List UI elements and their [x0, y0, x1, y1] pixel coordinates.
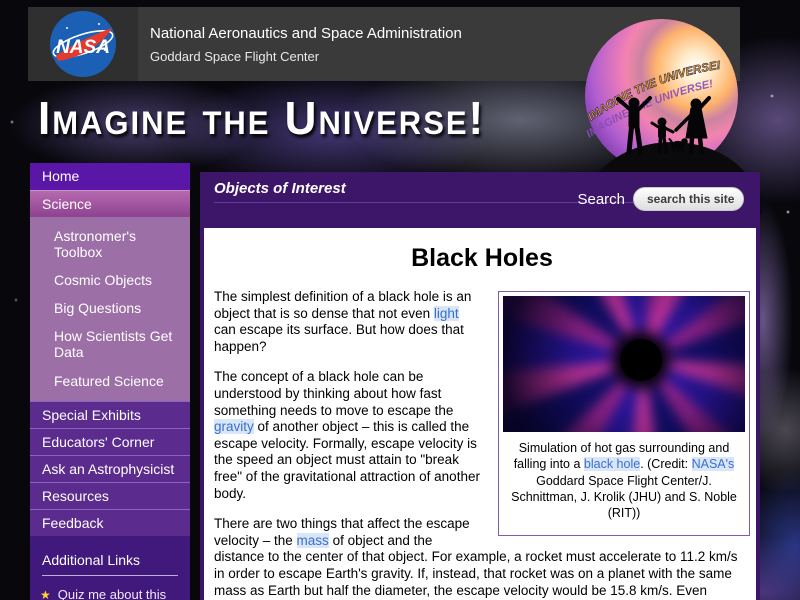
article-body: Black Holes Simulation of hot gas surrou… [204, 228, 756, 600]
sidebar-item-home[interactable]: Home [30, 163, 190, 190]
text-segment: of another object – this is called the e… [214, 419, 480, 501]
text-segment: The concept of a black hole can be under… [214, 369, 454, 418]
sidebar-item-cosmic-objects[interactable]: Cosmic Objects [30, 266, 190, 294]
star-icon [40, 587, 51, 600]
text-segment: . (Credit: [640, 457, 692, 472]
nasa-meatball-icon[interactable]: NASA [49, 10, 117, 78]
search-area: Search [577, 187, 744, 211]
sidebar-item-special-exhibits[interactable]: Special Exhibits [30, 400, 190, 428]
event-horizon [619, 338, 662, 381]
header-divider [214, 202, 634, 203]
page: NASA National Aeronautics and Space Admi… [0, 0, 800, 600]
site-title: Imagine the Universe! [38, 92, 486, 145]
inline-link[interactable]: mass [296, 532, 329, 548]
link-quiz-me[interactable]: Quiz me about this topic! [40, 587, 180, 600]
sidebar-item-featured-science[interactable]: Featured Science [30, 367, 190, 395]
inline-link[interactable]: black hole [583, 457, 641, 472]
inline-link[interactable]: NASA's [691, 457, 735, 472]
text-segment: can escape its surface. But how does tha… [214, 322, 464, 354]
nasa-logo-text: NASA [56, 37, 110, 58]
family-silhouette-icon [616, 96, 711, 155]
page-title: Black Holes [411, 244, 553, 272]
sidebar-item-ask-an-astrophysicist[interactable]: Ask an Astrophysicist [30, 454, 190, 482]
sidebar-item-resources[interactable]: Resources [30, 481, 190, 509]
sidebar-nav: Home Science Astronomer's Toolbox Cosmic… [30, 163, 190, 600]
content-header: Objects of Interest Search [204, 172, 756, 228]
text-segment: The simplest definition of a black hole … [214, 289, 472, 321]
agency-text: National Aeronautics and Space Administr… [150, 25, 462, 64]
inline-link[interactable]: light [433, 305, 459, 321]
sidebar-item-big-questions[interactable]: Big Questions [30, 294, 190, 322]
search-input[interactable] [633, 187, 744, 211]
science-submenu: Astronomer's Toolbox Cosmic Objects Big … [30, 217, 190, 401]
inline-link[interactable]: gravity [214, 419, 254, 435]
sidebar-item-feedback[interactable]: Feedback [30, 508, 190, 536]
main-content: Objects of Interest Search Black Holes S… [200, 172, 760, 600]
agency-name: National Aeronautics and Space Administr… [150, 25, 462, 42]
sidebar-item-astronomers-toolbox[interactable]: Astronomer's Toolbox [30, 222, 190, 266]
link-label: Quiz me about this topic! [57, 586, 167, 600]
agency-center: Goddard Space Flight Center [150, 49, 320, 64]
black-hole-image[interactable] [503, 296, 745, 432]
search-label: Search [577, 190, 625, 208]
figure-caption: Simulation of hot gas surrounding and fa… [503, 432, 745, 531]
black-hole-figure: Simulation of hot gas surrounding and fa… [498, 291, 750, 537]
sidebar-item-science[interactable]: Science [30, 190, 190, 217]
text-segment: Goddard Space Flight Center/J. Schnittma… [511, 473, 737, 521]
sidebar-item-educators-corner[interactable]: Educators' Corner [30, 427, 190, 455]
additional-links-title: Additional Links [42, 552, 178, 576]
sidebar-item-how-scientists-get-data[interactable]: How Scientists Get Data [30, 322, 190, 366]
additional-links-section: Additional Links Quiz me about this topi… [30, 535, 190, 600]
section-title: Objects of Interest [214, 180, 346, 197]
